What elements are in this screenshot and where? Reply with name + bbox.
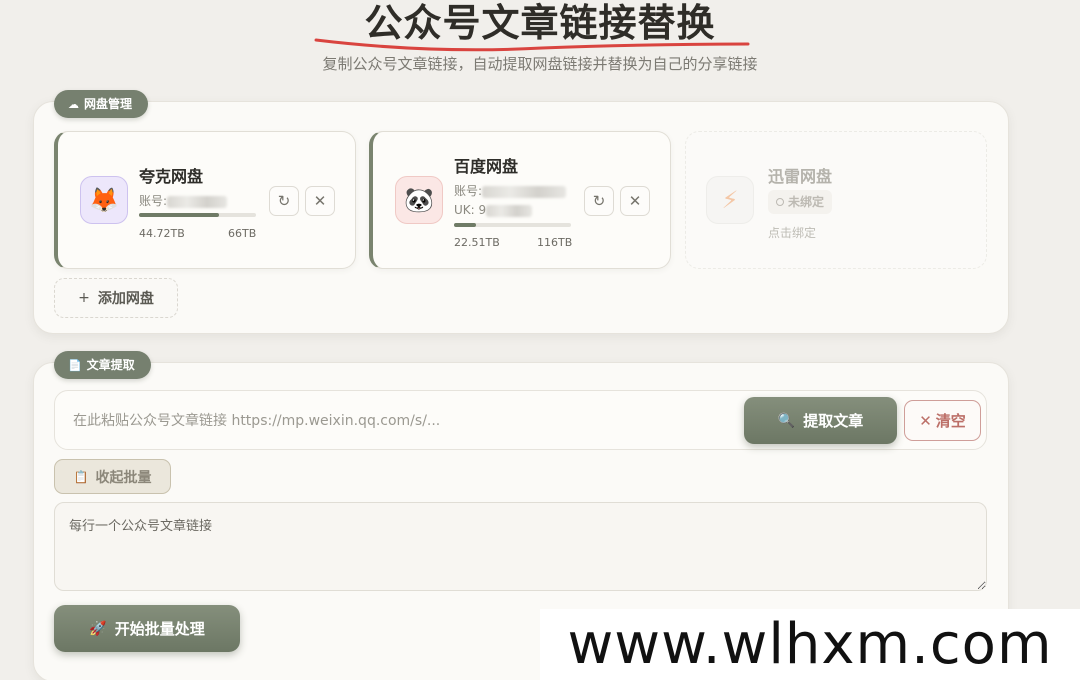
account-label: 账号: bbox=[139, 194, 168, 208]
storage-progress-fill bbox=[454, 223, 477, 227]
disk-card-quark[interactable]: 🦊 夸克网盘 账号: 44.72TB 66TB ↻ ✕ bbox=[54, 131, 356, 269]
refresh-icon: ↻ bbox=[592, 192, 606, 210]
netdisk-section-label: 网盘管理 bbox=[84, 97, 133, 111]
storage-total: 66TB bbox=[228, 227, 257, 240]
account-label: 账号: bbox=[454, 184, 483, 198]
account-redacted bbox=[167, 195, 228, 208]
collapse-batch-label: 收起批量 bbox=[95, 469, 152, 486]
uk-label: UK: 9 bbox=[454, 203, 487, 217]
plus-icon: + bbox=[78, 290, 90, 306]
account-redacted bbox=[482, 185, 567, 198]
page-title: 公众号文章链接替换 bbox=[364, 1, 716, 45]
refresh-icon: ↻ bbox=[277, 192, 291, 210]
collapse-batch-button[interactable]: 📋 收起批量 bbox=[54, 459, 171, 494]
start-batch-button[interactable]: 🚀 开始批量处理 bbox=[54, 605, 240, 652]
document-icon: 📄 bbox=[68, 359, 82, 372]
page-subtitle: 复制公众号文章链接，自动提取网盘链接并替换为自己的分享链接 bbox=[322, 55, 758, 73]
disk-name: 百度网盘 bbox=[454, 157, 519, 176]
remove-button[interactable]: ✕ bbox=[620, 186, 650, 216]
rocket-icon: 🚀 bbox=[89, 620, 107, 637]
add-netdisk-button[interactable]: + 添加网盘 bbox=[54, 278, 178, 318]
cloud-icon: ☁ bbox=[68, 98, 79, 111]
close-icon: ✕ bbox=[628, 192, 642, 210]
status-label: 未绑定 bbox=[788, 195, 825, 209]
close-icon: ✕ bbox=[919, 411, 932, 430]
extract-article-label: 提取文章 bbox=[803, 412, 864, 430]
refresh-button[interactable]: ↻ bbox=[584, 186, 614, 216]
remove-button[interactable]: ✕ bbox=[305, 186, 335, 216]
storage-used: 22.51TB bbox=[454, 236, 500, 249]
disk-name: 夸克网盘 bbox=[139, 167, 204, 186]
extract-article-button[interactable]: 🔍 提取文章 bbox=[744, 397, 897, 444]
disk-card-xunlei[interactable]: ⚡ 迅雷网盘 未绑定 点击绑定 bbox=[685, 131, 987, 269]
lightning-icon: ⚡ bbox=[706, 176, 754, 224]
article-url-input[interactable] bbox=[73, 409, 733, 433]
refresh-button[interactable]: ↻ bbox=[269, 186, 299, 216]
close-icon: ✕ bbox=[313, 192, 327, 210]
storage-progress-fill bbox=[139, 213, 219, 217]
storage-progress bbox=[139, 213, 256, 217]
article-section-label: 文章提取 bbox=[86, 358, 135, 372]
disk-name: 迅雷网盘 bbox=[768, 167, 833, 186]
search-icon: 🔍 bbox=[777, 412, 796, 429]
storage-used: 44.72TB bbox=[139, 227, 185, 240]
panda-icon: 🐼 bbox=[395, 176, 443, 224]
disk-uk: UK: 9 bbox=[454, 203, 533, 217]
fox-icon: 🦊 bbox=[80, 176, 128, 224]
disk-card-baidu[interactable]: 🐼 百度网盘 账号: UK: 9 22.51TB 116TB ↻ ✕ bbox=[369, 131, 671, 269]
circle-icon bbox=[776, 198, 784, 206]
disk-account: 账号: bbox=[454, 182, 567, 199]
clear-button[interactable]: ✕ 清空 bbox=[904, 400, 981, 441]
disk-account: 账号: bbox=[139, 192, 228, 209]
netdisk-section-tag: ☁ 网盘管理 bbox=[54, 90, 149, 118]
storage-total: 116TB bbox=[537, 236, 573, 249]
watermark: www.wlhxm.com bbox=[540, 609, 1080, 680]
clear-label: 清空 bbox=[935, 412, 966, 430]
bind-hint: 点击绑定 bbox=[768, 226, 817, 240]
storage-progress bbox=[454, 223, 571, 227]
start-batch-label: 开始批量处理 bbox=[114, 620, 205, 638]
article-section-tag: 📄 文章提取 bbox=[54, 351, 151, 379]
clipboard-icon: 📋 bbox=[73, 469, 89, 484]
add-netdisk-label: 添加网盘 bbox=[97, 291, 154, 307]
status-badge: 未绑定 bbox=[768, 190, 833, 214]
batch-urls-textarea[interactable] bbox=[54, 502, 987, 591]
uk-redacted bbox=[486, 204, 533, 217]
